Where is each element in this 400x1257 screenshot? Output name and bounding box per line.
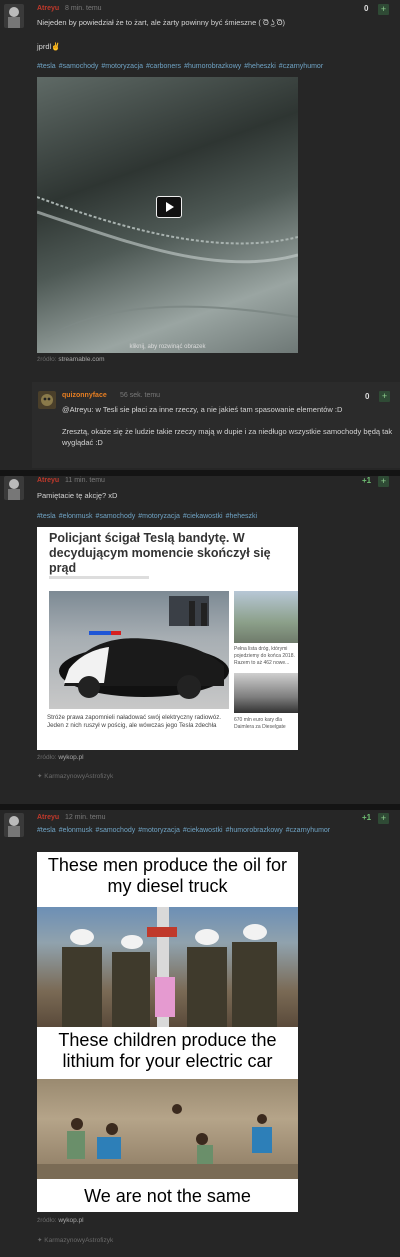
author: ✦ KarmazynowyAstrofizyk — [37, 1237, 114, 1244]
tag[interactable]: #humorobrazkowy — [226, 827, 283, 834]
source: źródło: wykop.pl — [37, 754, 84, 761]
tag[interactable]: #ciekawostki — [183, 827, 223, 834]
username[interactable]: Atreyu — [37, 477, 59, 484]
meme-image[interactable]: These men produce the oil for my diesel … — [37, 852, 298, 1212]
tag[interactable]: #tesla — [37, 63, 56, 70]
side-text-2: 670 mln euro kary dla Daimlera za Diesel… — [234, 717, 286, 730]
post-time: 12 min. temu — [65, 814, 106, 821]
avatar[interactable] — [38, 391, 56, 409]
post-time: 11 min. temu — [65, 477, 105, 484]
source: źródło: wykop.pl — [37, 1217, 84, 1224]
source: źródło: streamable.com — [37, 356, 105, 363]
vote-count: +1 — [362, 813, 372, 822]
police-car-photo — [49, 591, 229, 709]
tag[interactable]: #heheszki — [226, 513, 258, 520]
tag[interactable]: #motoryzacja — [101, 63, 143, 70]
post-time: 8 min. temu — [65, 5, 102, 12]
avatar[interactable] — [4, 476, 24, 500]
post-text: Pamiętacie tę akcję? xD — [37, 491, 118, 500]
source-link[interactable]: wykop.pl — [58, 754, 83, 761]
side-thumb-1 — [234, 591, 298, 643]
tag[interactable]: #samochody — [59, 63, 99, 70]
children-photo — [37, 1079, 298, 1179]
post-text-2: jprdl✌ — [37, 42, 61, 51]
comment: quizonnyface 56 sek. temu 0 + @Atreyu: w… — [32, 382, 400, 468]
tag[interactable]: #samochody — [96, 513, 136, 520]
tag-list: #tesla #elonmusk #samochody #motoryzacja #ci… — [37, 826, 357, 836]
tag[interactable]: #elonmusk — [59, 513, 93, 520]
tag[interactable]: #elonmusk — [59, 827, 93, 834]
tag[interactable]: #humorobrazkowy — [184, 63, 241, 70]
tag[interactable]: #samochody — [96, 827, 136, 834]
tag-list: #tesla #elonmusk #samochody #motoryzacja #ci… — [37, 512, 397, 522]
tag[interactable]: #tesla — [37, 513, 56, 520]
tag[interactable]: #czarnyhumor — [279, 63, 323, 70]
meme-mid-text: These children produce the lithium for y… — [58, 1030, 277, 1071]
post-3: Atreyu 12 min. temu +1 + #tesla #elonmusk… — [0, 810, 400, 1257]
upvote-button[interactable]: + — [378, 4, 389, 15]
comment-username[interactable]: quizonnyface — [62, 392, 107, 399]
article-image[interactable]: Policjant ścigał Teslą bandytę. W decydu… — [37, 527, 298, 750]
video-thumbnail[interactable]: kliknij, aby rozwinąć obrazek — [37, 77, 298, 353]
comment-text: @Atreyu: w Tesli sie płaci za inne rzecz… — [62, 405, 343, 414]
media-caption: kliknij, aby rozwinąć obrazek — [129, 344, 206, 350]
author: ✦ KarmazynowyAstrofizyk — [37, 773, 114, 780]
post-1: Atreyu 8 min. temu 0 + Niejeden by powie… — [0, 0, 400, 470]
tag[interactable]: #heheszki — [244, 63, 276, 70]
oil-workers-photo — [37, 907, 298, 1027]
comment-text-2: Zresztą, okaże się że ludzie takie rzecz… — [62, 427, 393, 447]
side-text-1: Pełna lista dróg, którymi pojedziemy do … — [234, 646, 295, 666]
tag-list: #tesla #samochody #motoryzacja #carboners #h… — [37, 62, 397, 72]
tag[interactable]: #carboners — [146, 63, 181, 70]
meme-top-text: These men produce the oil for my diesel … — [47, 855, 288, 896]
meme-bottom-text: We are not the same — [84, 1186, 251, 1206]
upvote-button[interactable]: + — [378, 813, 389, 824]
username[interactable]: Atreyu — [37, 5, 59, 12]
comment-time: 56 sek. temu — [120, 392, 161, 399]
play-icon[interactable] — [156, 196, 182, 218]
avatar[interactable] — [4, 813, 24, 837]
comment-upvote-button[interactable]: + — [379, 391, 390, 402]
post-2: Atreyu 11 min. temu +1 + Pamiętacie tę a… — [0, 476, 400, 804]
article-caption: Stróże prawa zapomnieli naładować swój e… — [47, 714, 222, 729]
tag[interactable]: #motoryzacja — [138, 827, 180, 834]
tag[interactable]: #motoryzacja — [138, 513, 180, 520]
article-headline: Policjant ścigał Teslą bandytę. W decydu… — [49, 531, 271, 575]
username[interactable]: Atreyu — [37, 814, 59, 821]
post-text: Niejeden by powiedział że to żart, ale ż… — [37, 18, 286, 27]
source-link[interactable]: wykop.pl — [58, 1217, 83, 1224]
upvote-button[interactable]: + — [378, 476, 389, 487]
article-meta-bar — [49, 576, 149, 579]
comment-vote-count: 0 — [365, 392, 370, 401]
source-link[interactable]: streamable.com — [58, 356, 104, 363]
tag[interactable]: #ciekawostki — [183, 513, 223, 520]
side-thumb-2 — [234, 673, 298, 713]
tag[interactable]: #czarnyhumor — [286, 827, 330, 834]
vote-count: 0 — [364, 4, 369, 13]
vote-count: +1 — [362, 476, 372, 485]
avatar[interactable] — [4, 4, 24, 28]
tag[interactable]: #tesla — [37, 827, 56, 834]
